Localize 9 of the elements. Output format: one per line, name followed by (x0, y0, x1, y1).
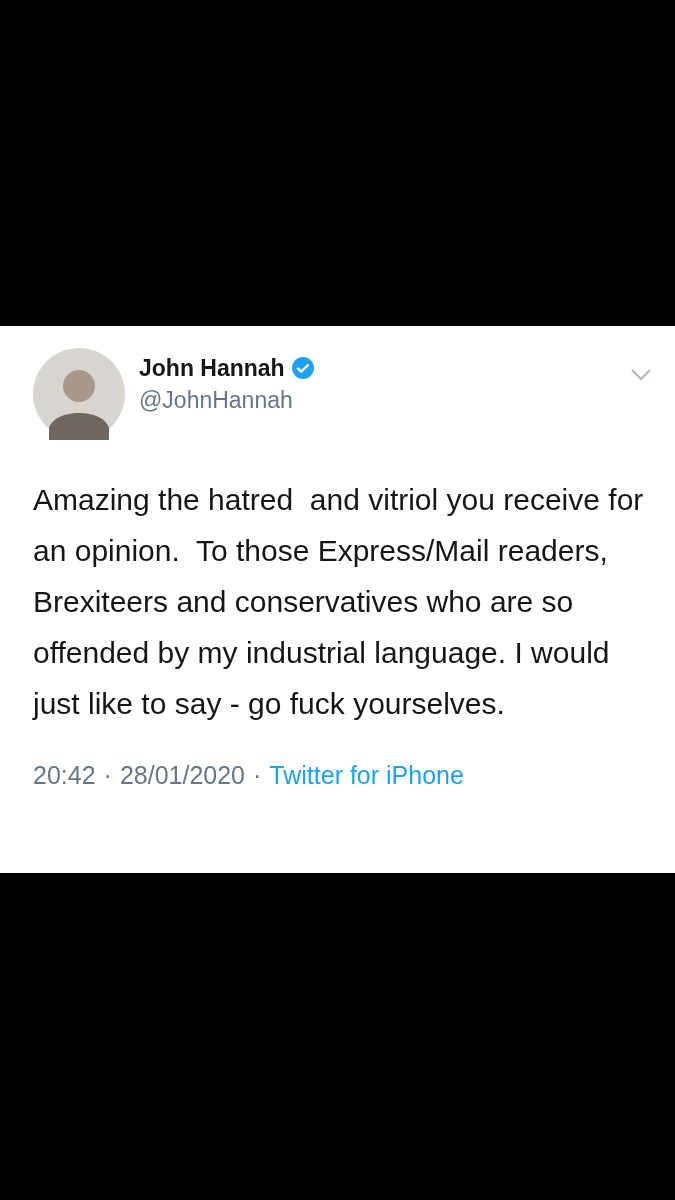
source-link[interactable]: Twitter for iPhone (269, 757, 464, 795)
author-name[interactable]: John Hannah (139, 352, 285, 384)
avatar[interactable] (33, 348, 125, 440)
separator-dot: · (103, 760, 112, 791)
tweet-text: Amazing the hatred and vitriol you receive for an opinion. To those Express/Mail readers, Brexiteers and conservatives who are so offended by my industrial language. I would just like to say - go fuck yourselves. (33, 482, 645, 722)
separator-dot: · (253, 760, 262, 791)
tweet-time: 20:42 (33, 760, 96, 791)
author-handle[interactable]: @JohnHannah (139, 384, 315, 416)
tweet-date: 28/01/2020 (119, 760, 245, 791)
